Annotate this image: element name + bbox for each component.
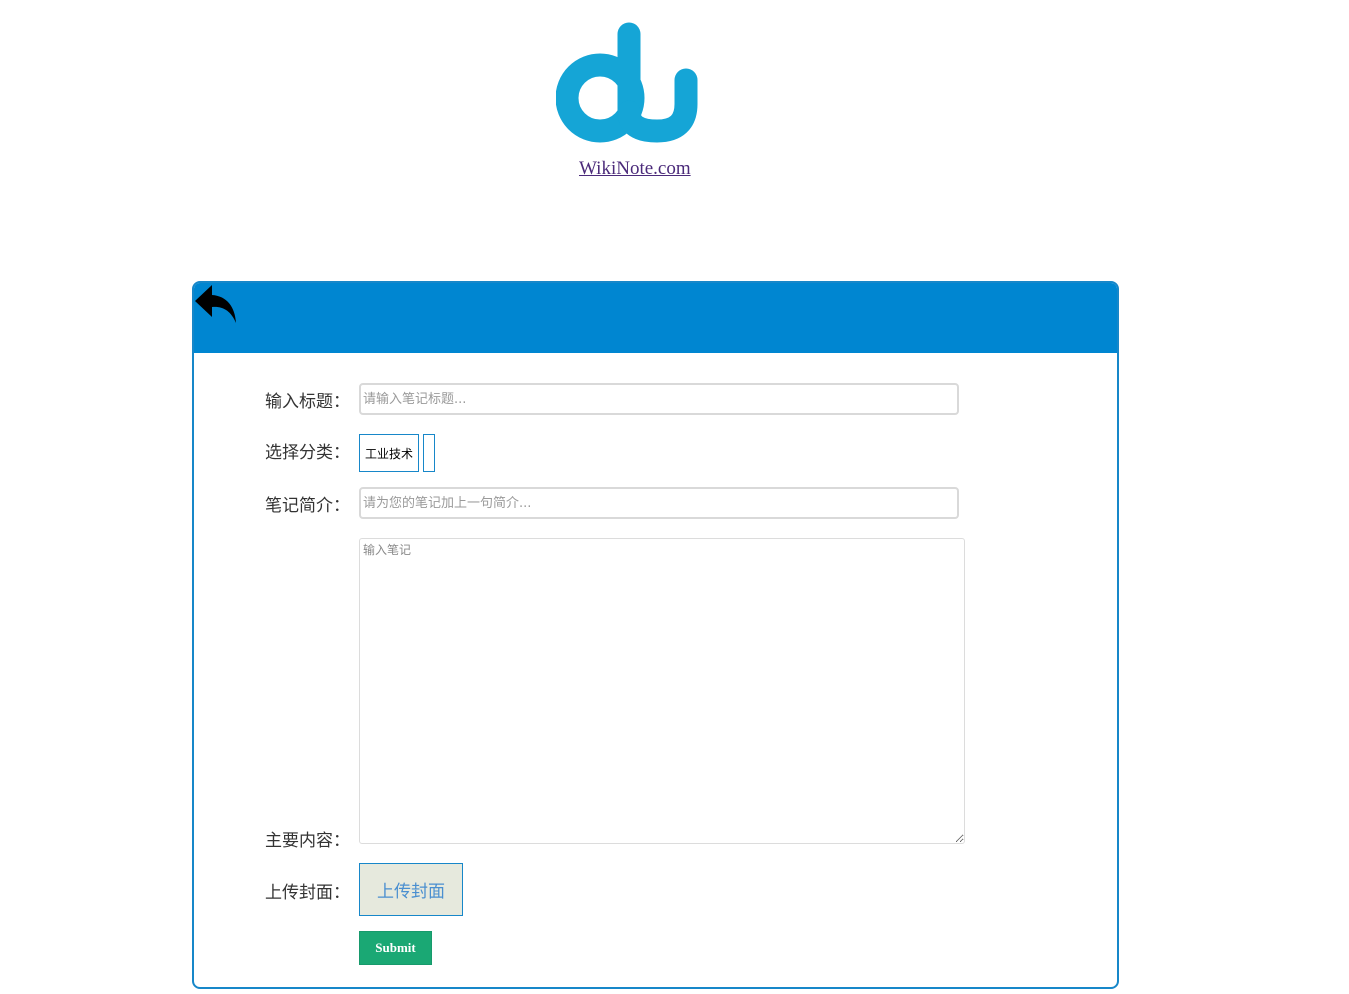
category-select[interactable]: 工业技术 bbox=[359, 434, 419, 472]
site-home-link[interactable]: WikiNote.com bbox=[579, 158, 691, 180]
title-input[interactable] bbox=[359, 383, 959, 415]
note-editor-card: 输入标题： 选择分类： 工业技术 笔记简介： 主要内容： 上传封面： 上传封面 … bbox=[192, 281, 1119, 989]
reply-arrow-icon bbox=[195, 285, 236, 323]
content-textarea[interactable] bbox=[359, 538, 965, 844]
cover-label: 上传封面： bbox=[265, 883, 350, 903]
category-label: 选择分类： bbox=[265, 443, 350, 463]
card-header bbox=[194, 283, 1117, 353]
title-label: 输入标题： bbox=[265, 392, 350, 412]
summary-input[interactable] bbox=[359, 487, 959, 519]
upload-cover-button[interactable]: 上传封面 bbox=[359, 863, 463, 916]
category-dropdown-toggle[interactable] bbox=[423, 434, 435, 472]
submit-button[interactable]: Submit bbox=[359, 931, 432, 965]
page: WikiNote.com 输入标题： 选择分类： 工业技术 笔记简介： 主要内容… bbox=[0, 0, 1349, 994]
category-selected-value: 工业技术 bbox=[364, 446, 413, 461]
summary-label: 笔记简介： bbox=[265, 496, 350, 516]
back-button[interactable] bbox=[194, 283, 238, 327]
du-logo-icon bbox=[555, 22, 706, 152]
content-label: 主要内容： bbox=[265, 831, 350, 851]
